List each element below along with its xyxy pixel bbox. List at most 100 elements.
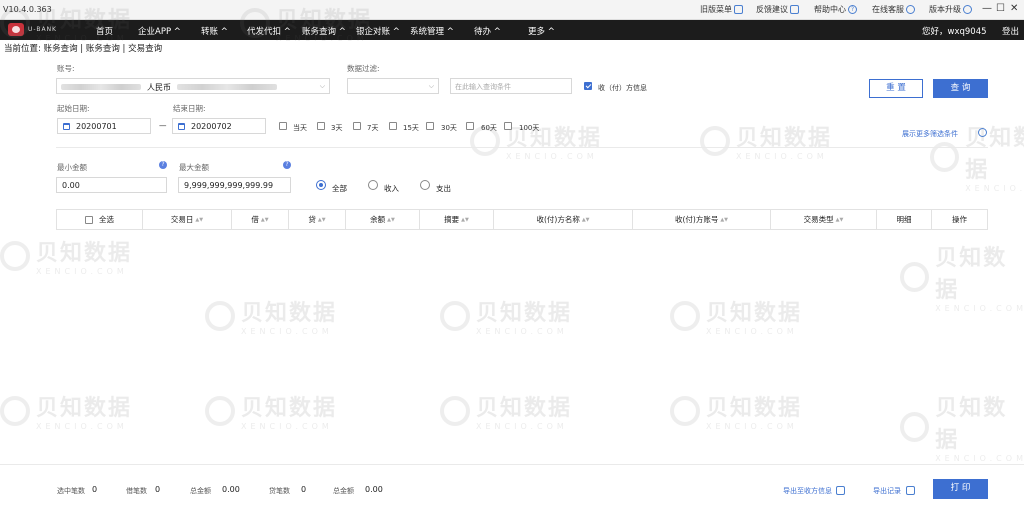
debit-count-label: 借笔数: [126, 487, 147, 495]
max-amount-input[interactable]: 9,999,999,999,999.99: [178, 177, 291, 193]
sort-icon: ▲▼: [581, 216, 590, 223]
counterparty-info-checkbox[interactable]: [584, 82, 592, 90]
end-date-value: 20200702: [191, 122, 232, 131]
calendar-icon: [63, 123, 70, 130]
nav-payroll[interactable]: 代发代扣 ^: [247, 25, 291, 37]
nav-reconciliation[interactable]: 银企对账 ^: [356, 25, 400, 37]
selected-count-value: 0: [92, 485, 98, 494]
help-center-link[interactable]: 帮助中心 ?: [814, 4, 857, 15]
export-counterparty-link[interactable]: 导出至收方信息: [783, 486, 832, 496]
start-date-label: 起始日期:: [57, 104, 90, 113]
chevron-down-icon: ⌵: [428, 82, 434, 90]
column-header-credit[interactable]: 贷 ▲▼: [289, 210, 346, 229]
account-select[interactable]: 人民币 ⌵: [56, 78, 330, 94]
watermark: 贝知数据XENCIO.COM: [0, 390, 132, 431]
range-100d-label: 100天: [519, 124, 540, 132]
sort-icon: ▲▼: [317, 216, 326, 223]
column-label: 收(付)方名称: [536, 215, 580, 224]
nav-enterprise-app[interactable]: 企业APP ^: [138, 25, 181, 37]
direction-expense-radio[interactable]: [420, 180, 430, 190]
close-button[interactable]: ✕: [1010, 3, 1018, 15]
upgrade-link[interactable]: 版本升级: [929, 4, 972, 15]
info-icon[interactable]: ?: [159, 161, 167, 169]
column-label: 收(付)方账号: [674, 215, 719, 224]
info-icon[interactable]: ?: [283, 161, 291, 169]
range-3d-checkbox[interactable]: [317, 122, 325, 130]
online-service-link[interactable]: 在线客服: [872, 4, 915, 15]
logo: U-BANK: [8, 23, 57, 36]
account-currency: 人民币: [147, 83, 171, 92]
nav-system-admin[interactable]: 系统管理 ^: [410, 25, 454, 37]
feedback-link[interactable]: 反馈建议: [756, 4, 799, 15]
min-amount-input[interactable]: 0.00: [56, 177, 167, 193]
range-15d-label: 15天: [403, 124, 419, 132]
logout-link[interactable]: 登出: [1002, 25, 1019, 37]
online-service-label: 在线客服: [872, 5, 904, 14]
counterparty-info-label: 收（付）方信息: [598, 84, 647, 92]
refresh-icon: [963, 5, 972, 14]
old-menu-link[interactable]: 旧版菜单: [700, 4, 743, 15]
nav-more[interactable]: 更多 ^: [528, 25, 555, 37]
upgrade-label: 版本升级: [929, 5, 961, 14]
old-menu-label: 旧版菜单: [700, 5, 732, 14]
start-date-value: 20200701: [76, 122, 117, 131]
watermark: 贝知数据XENCIO.COM: [900, 390, 1024, 463]
column-label: 余额: [370, 215, 386, 224]
column-header-debit[interactable]: 借 ▲▼: [232, 210, 289, 229]
filter-input[interactable]: 在此输入查询条件: [450, 78, 572, 94]
user-greeting: 您好，wxq9045: [922, 27, 987, 37]
export-icon[interactable]: [836, 486, 845, 495]
print-button[interactable]: 打 印: [933, 479, 988, 499]
nav-transfer[interactable]: 转账 ^: [201, 25, 228, 37]
export-records-link[interactable]: 导出记录: [873, 486, 901, 496]
range-60d-checkbox[interactable]: [466, 122, 474, 130]
filter-field-select[interactable]: ⌵: [347, 78, 439, 94]
column-header-counterparty-name[interactable]: 收(付)方名称 ▲▼: [494, 210, 633, 229]
minimize-button[interactable]: —: [982, 3, 992, 15]
min-amount-label: 最小金额: [57, 163, 87, 172]
more-filters-link[interactable]: 展示更多筛选条件: [902, 129, 958, 139]
column-label: 操作: [952, 215, 967, 224]
range-30d-checkbox[interactable]: [426, 122, 434, 130]
nav-home[interactable]: 首页: [96, 25, 113, 37]
watermark: 贝知数据XENCIO.COM: [440, 295, 572, 336]
column-header-counterparty-account[interactable]: 收(付)方账号 ▲▼: [633, 210, 771, 229]
column-header-detail: 明细: [877, 210, 932, 229]
range-100d-checkbox[interactable]: [504, 122, 512, 130]
max-amount-label: 最大金额: [179, 163, 209, 172]
column-header-transaction-type[interactable]: 交易类型 ▲▼: [771, 210, 877, 229]
credit-count-label: 贷笔数: [269, 487, 290, 495]
direction-income-radio[interactable]: [368, 180, 378, 190]
menu-grid-icon: [734, 5, 743, 14]
start-date-input[interactable]: 20200701: [57, 118, 151, 134]
help-center-label: 帮助中心: [814, 5, 846, 14]
nav-account-query[interactable]: 账务查询 ^: [302, 25, 346, 37]
date-separator: —: [159, 121, 167, 130]
range-15d-checkbox[interactable]: [389, 122, 397, 130]
query-button[interactable]: 查 询: [933, 79, 988, 98]
maximize-button[interactable]: ☐: [996, 3, 1005, 15]
select-all-column[interactable]: 全选: [57, 210, 143, 229]
select-all-label: 全选: [99, 215, 114, 224]
range-7d-checkbox[interactable]: [353, 122, 361, 130]
headset-icon: [906, 5, 915, 14]
end-date-input[interactable]: 20200702: [172, 118, 266, 134]
select-all-checkbox[interactable]: [85, 215, 93, 224]
export-icon[interactable]: [906, 486, 915, 495]
column-header-balance[interactable]: 余额 ▲▼: [346, 210, 420, 229]
divider: [56, 147, 988, 148]
breadcrumb: 当前位置: 账务查询 | 账务查询 | 交易查询: [4, 44, 163, 54]
nav-todo[interactable]: 待办 ^: [474, 25, 501, 37]
range-today-checkbox[interactable]: [279, 122, 287, 130]
column-label: 借: [251, 215, 259, 224]
column-header-summary[interactable]: 摘要 ▲▼: [420, 210, 494, 229]
credit-count-value: 0: [301, 485, 307, 494]
column-label: 摘要: [444, 215, 460, 224]
range-3d-label: 3天: [331, 124, 343, 132]
column-header-date[interactable]: 交易日 ▲▼: [143, 210, 232, 229]
expand-circle-icon[interactable]: [978, 128, 987, 137]
sort-icon: ▲▼: [260, 216, 269, 223]
reset-button[interactable]: 重 置: [869, 79, 923, 98]
debit-total-label: 总金额: [190, 487, 211, 495]
direction-all-radio[interactable]: [316, 180, 326, 190]
